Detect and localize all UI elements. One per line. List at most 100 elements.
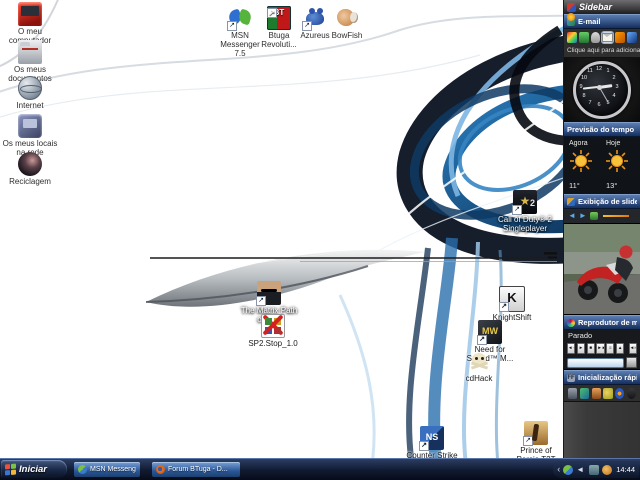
my-computer-icon [18, 2, 42, 26]
winamp-icon[interactable] [591, 387, 601, 399]
sidebar-title: Sidebar [579, 2, 613, 12]
clock-number: 4 [612, 93, 616, 99]
quicklaunch-icon: FF [567, 373, 575, 382]
desktop-icon-network-places[interactable]: Os meus locais na rede [0, 114, 60, 157]
media-play-button[interactable]: ► [576, 343, 586, 354]
slideshow-prev-button[interactable]: ◄ [568, 211, 576, 221]
send-icon[interactable] [615, 32, 626, 43]
analog-clock: 12 1 2 3 4 5 6 7 8 9 10 11 [573, 61, 631, 119]
clock-panel: 12 1 2 3 4 5 6 7 8 9 10 11 [564, 58, 640, 122]
media-player-status: Parado [564, 330, 640, 341]
media-next-button[interactable]: ►► [596, 343, 605, 354]
email-section-header[interactable]: E-mail [564, 14, 640, 29]
desktop-icon-my-computer[interactable]: O meu computador [0, 2, 60, 45]
desktop-icon[interactable] [568, 387, 578, 399]
taskbar-button-forum-btuga[interactable]: Forum BTuga - D... [152, 462, 240, 477]
desktop-icon-bowfish[interactable]: BowFish [322, 6, 372, 40]
slideshow-refresh-button[interactable] [589, 212, 598, 220]
media-player-section-title: Reprodutor de mídi [578, 318, 637, 327]
shortcut-arrow-icon: ↗ [302, 21, 312, 31]
shortcut-arrow-icon: ↗ [256, 296, 266, 306]
sidebar-logo-icon [567, 2, 576, 12]
media-stop-button[interactable]: ■ [586, 343, 595, 354]
shortcut-arrow-icon: ↗ [499, 302, 509, 312]
slideshow-photo[interactable] [564, 223, 640, 315]
clock-number: 7 [588, 100, 592, 106]
weather-panel: Agora Hoje 11° 13° [564, 137, 640, 194]
emule-tray-icon[interactable] [602, 464, 613, 475]
sidebar-titlebar[interactable]: Sidebar [564, 0, 640, 14]
media-icon[interactable] [579, 387, 589, 399]
taskbar-button-msn-messenger[interactable]: MSN Messenger [74, 462, 140, 477]
sync-icon[interactable] [627, 32, 637, 43]
cloud-icon[interactable] [590, 32, 601, 43]
media-seek-button[interactable] [626, 357, 637, 368]
desktop-icon-sp2-stop[interactable]: SP2.Stop_1.0 [243, 314, 303, 348]
clock-number: 6 [597, 102, 601, 108]
windows-flag-icon [5, 463, 16, 475]
sidebar: Sidebar E-mail Clique aqui para adiciona… [563, 0, 640, 459]
skull-icon [468, 351, 490, 373]
slideshow-section-header[interactable]: Exibição de slides [564, 194, 640, 209]
browser-icon[interactable] [626, 387, 636, 399]
shortcut-arrow-icon: ↗ [512, 205, 522, 215]
display-tray-icon[interactable] [589, 464, 600, 475]
task-label: MSN Messenger [90, 466, 136, 473]
weather-section-title: Previsão do tempo [567, 125, 635, 134]
media-seek-row [564, 356, 640, 370]
tray-collapse-chevron[interactable]: ‹ [557, 462, 560, 477]
network-places-icon [18, 114, 42, 138]
contacts-icon[interactable] [578, 32, 589, 43]
media-player-section-header[interactable]: Reprodutor de mídi [564, 315, 640, 330]
emule-icon[interactable] [603, 387, 613, 399]
desktop-screen: O meu computador Os meus documentos Inte… [0, 0, 640, 480]
mail-icon[interactable] [601, 31, 615, 44]
desktop-icon-internet[interactable]: Internet [0, 76, 60, 110]
weather-now-temp: 11° [569, 181, 580, 190]
sp2-stop-red-x-icon [261, 314, 285, 338]
sidebar-empty-area [564, 402, 640, 459]
shortcut-arrow-icon: ↗ [227, 21, 237, 31]
my-documents-icon [18, 40, 42, 64]
firefox-icon [156, 465, 165, 474]
matrix-neo-icon: ↗ [256, 281, 281, 306]
quicklaunch-section-title: Inicialização rápida [578, 373, 637, 382]
prince-of-persia-icon: ↗ [523, 421, 548, 446]
tray-clock[interactable]: 14:44 [616, 465, 635, 474]
volume-tray-icon[interactable]: ◄ [576, 465, 586, 475]
media-volume-button[interactable]: ◄» [628, 343, 637, 354]
icon-label: Call of Duty® 2 Singleplayer [498, 215, 552, 233]
media-seek-bar[interactable] [567, 357, 624, 368]
desktop-icon-recycle-bin[interactable]: Reciclagem [0, 152, 60, 186]
weather-now-label: Agora [569, 140, 588, 147]
desktop-icon-call-of-duty-2[interactable]: ★ 2 ↗ Call of Duty® 2 Singleplayer [495, 190, 555, 233]
slideshow-progress-bar [602, 215, 629, 217]
shortcut-arrow-icon: ↗ [419, 441, 429, 451]
desktop-icon-knightshift[interactable]: K ↗ KnightShift [482, 286, 542, 322]
media-playlist-button[interactable]: ≡ [606, 343, 615, 354]
desktop-icon-cdhack[interactable]: cdHack [449, 351, 509, 383]
msn-tray-icon[interactable] [563, 464, 574, 475]
clock-number: 8 [582, 93, 586, 99]
slideshow-next-button[interactable]: ► [579, 211, 587, 221]
shortcut-arrow-icon: ↗ [267, 8, 277, 18]
azureus-icon[interactable] [615, 387, 625, 399]
media-prev-button[interactable]: ◄◄ [567, 343, 576, 354]
clock-number: 12 [595, 66, 603, 72]
shortcut-arrow-icon: ↗ [523, 436, 533, 446]
media-player-icon [567, 318, 575, 327]
email-section-title: E-mail [578, 17, 601, 26]
msn-icon[interactable] [567, 32, 577, 43]
quicklaunch-section-header[interactable]: FF Inicialização rápida [564, 370, 640, 385]
weather-section-header[interactable]: Previsão do tempo [564, 13, 640, 137]
icon-label: cdHack [465, 374, 493, 383]
shortcut-arrow-icon: ↗ [477, 335, 487, 345]
icon-label: Internet [16, 101, 44, 110]
start-button[interactable]: Iniciar [1, 460, 67, 478]
email-hint[interactable]: Clique aqui para adicionar con [564, 46, 640, 58]
weather-sun-icon [567, 13, 575, 21]
msn-butterfly-icon: ↗ [227, 6, 252, 31]
clock-center-cap [596, 84, 602, 90]
icon-label: Reciclagem [9, 177, 51, 186]
media-eject-button[interactable]: ▲ [615, 343, 625, 354]
